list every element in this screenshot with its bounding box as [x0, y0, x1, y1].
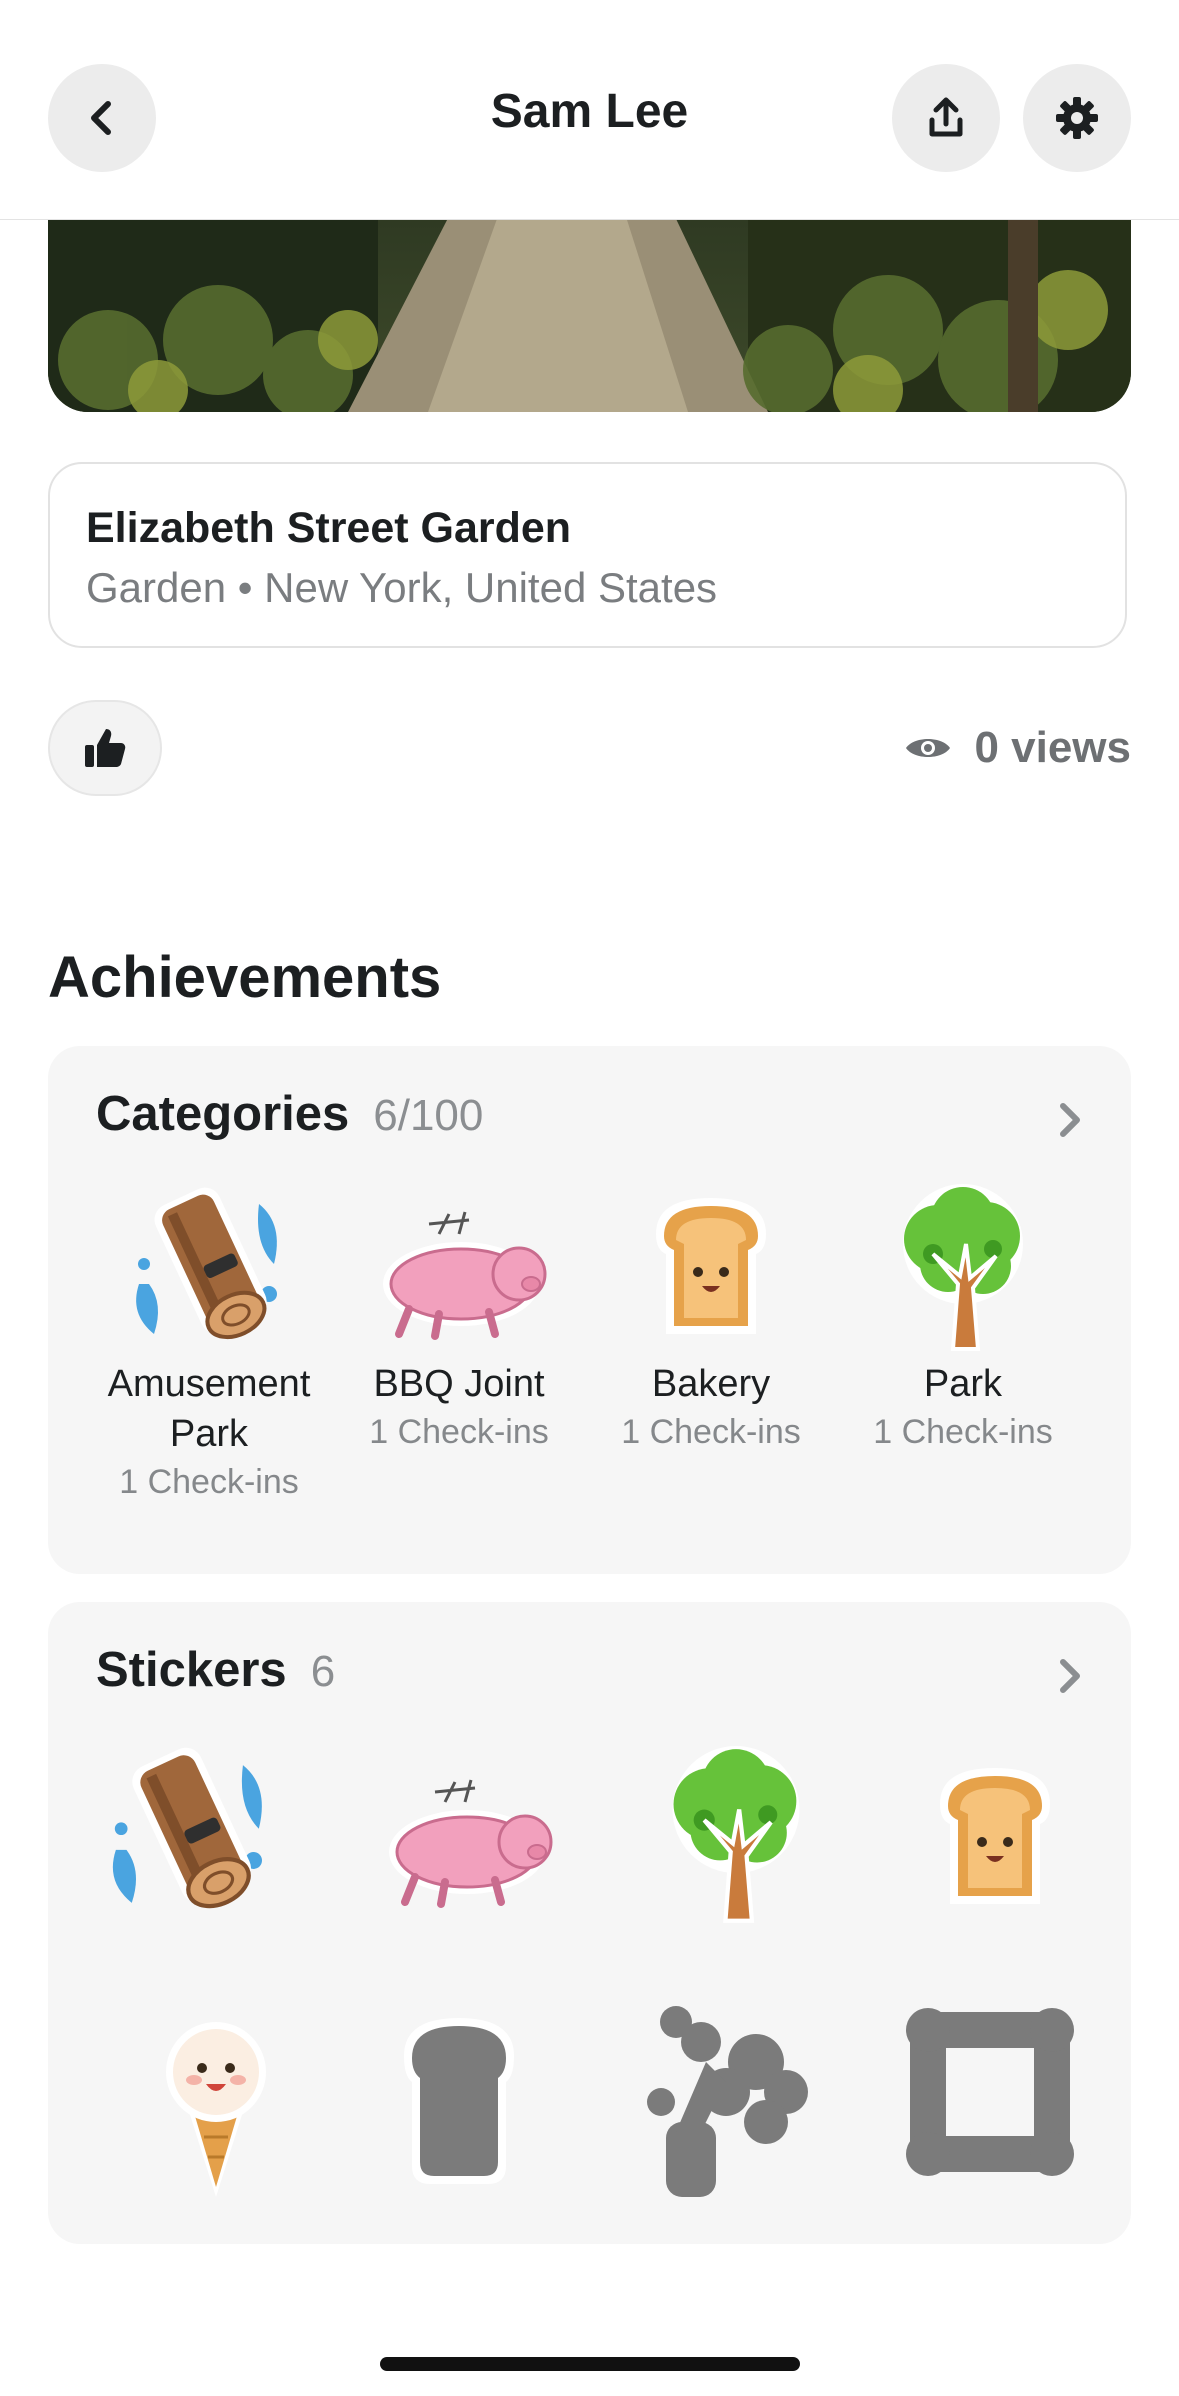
category-name: Amusement Park: [107, 1363, 311, 1455]
category-checkins: 1 Check-ins: [369, 1413, 549, 1451]
toast-icon: [656, 1198, 766, 1334]
stickers-panel[interactable]: Stickers 6: [48, 1602, 1131, 2244]
eye-icon: [906, 739, 951, 757]
share-icon: [929, 97, 963, 137]
locked-sticker-icon[interactable]: [384, 2006, 534, 2196]
log-flume-icon[interactable]: [100, 1744, 280, 1924]
categories-panel[interactable]: Categories 6/100 Amusement Park 1 Check-…: [48, 1046, 1131, 1574]
like-button[interactable]: [48, 700, 162, 796]
chevron-right-icon[interactable]: [1055, 1100, 1085, 1140]
place-card[interactable]: Elizabeth Street Garden Garden • New Yor…: [48, 462, 1127, 648]
ice-cream-icon[interactable]: [146, 2002, 286, 2202]
home-indicator[interactable]: [380, 2357, 800, 2371]
categories-count: 6/100: [373, 1091, 484, 1140]
category-checkins: 1 Check-ins: [119, 1463, 299, 1501]
tree-icon[interactable]: [646, 1746, 826, 1926]
settings-button[interactable]: [1023, 64, 1131, 172]
chevron-right-icon[interactable]: [1055, 1656, 1085, 1696]
tree-icon: [903, 1184, 1023, 1351]
category-name: Bakery: [651, 1363, 771, 1405]
toast-icon[interactable]: [910, 1754, 1080, 1924]
category-name: BBQ Joint: [373, 1363, 545, 1405]
category-checkins: 1 Check-ins: [621, 1413, 801, 1451]
views-label: 0 views: [974, 723, 1131, 772]
view-count: 0 views: [904, 720, 1131, 776]
place-name: Elizabeth Street Garden: [86, 504, 572, 552]
locked-sticker-icon[interactable]: [900, 2002, 1080, 2182]
gear-icon: [1056, 97, 1098, 139]
category-item[interactable]: Park 1 Check-ins: [838, 1184, 1088, 1455]
roast-pig-icon[interactable]: [370, 1752, 560, 1922]
locked-sticker-icon[interactable]: [646, 2002, 816, 2202]
stickers-count: 6: [310, 1647, 336, 1696]
categories-header: Categories 6/100: [96, 1086, 483, 1142]
roast-pig-icon: [383, 1211, 547, 1340]
categories-label: Categories: [96, 1087, 350, 1141]
category-item[interactable]: Bakery 1 Check-ins: [586, 1184, 836, 1455]
log-flume-icon: [136, 1187, 277, 1340]
top-bar: Sam Lee: [0, 0, 1179, 220]
stickers-label: Stickers: [96, 1643, 287, 1697]
stickers-header: Stickers 6: [96, 1642, 335, 1698]
place-subtitle: Garden • New York, United States: [86, 564, 718, 611]
thumbs-up-icon: [85, 729, 126, 767]
category-item[interactable]: Amusement Park 1 Check-ins: [84, 1184, 334, 1505]
page-title: Sam Lee: [490, 85, 689, 138]
category-checkins: 1 Check-ins: [873, 1413, 1053, 1451]
share-button[interactable]: [892, 64, 1000, 172]
category-name: Park: [923, 1363, 1003, 1405]
achievements-heading: Achievements: [48, 945, 442, 1010]
category-item[interactable]: BBQ Joint 1 Check-ins: [334, 1184, 584, 1455]
